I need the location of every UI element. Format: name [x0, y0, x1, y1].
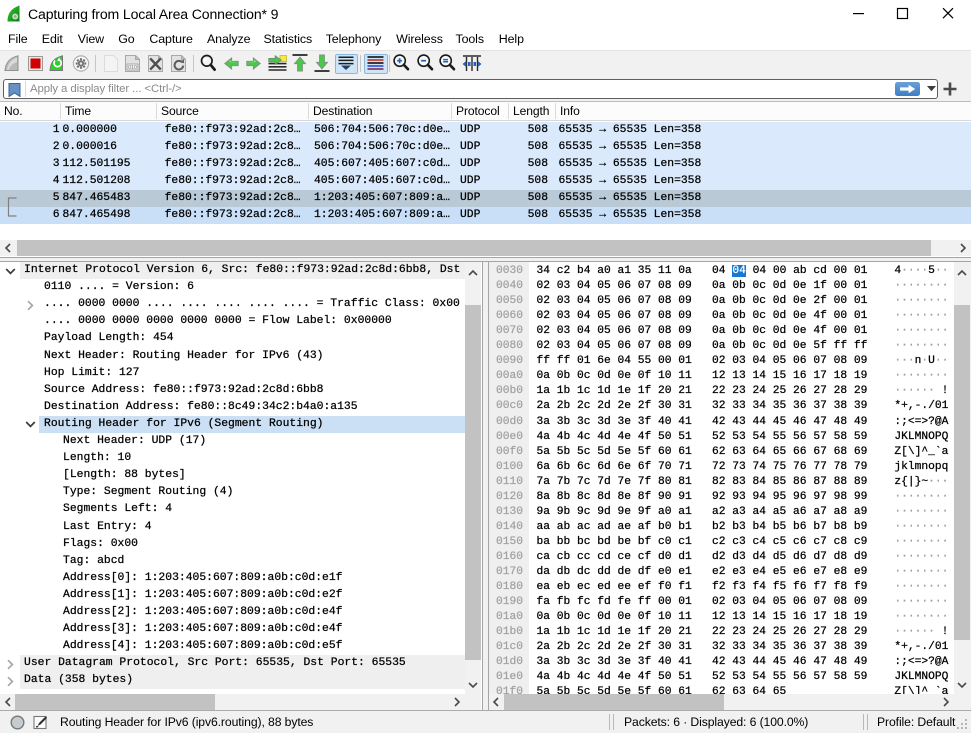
svg-text:010: 010	[128, 65, 137, 71]
